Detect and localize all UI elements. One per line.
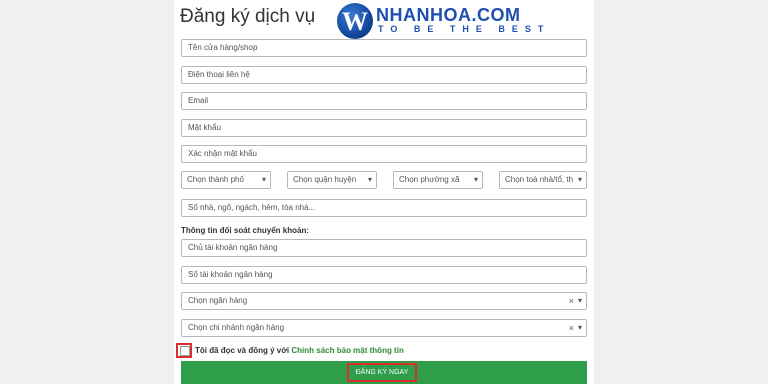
- chevron-down-icon: ▾: [367, 175, 372, 184]
- chevron-down-icon: ▾: [473, 175, 478, 184]
- bank-select[interactable]: Chọn ngân hàng × ▾: [181, 292, 587, 310]
- checkbox-highlight: [176, 343, 192, 358]
- bank-select-value: Chọn ngân hàng: [188, 296, 248, 305]
- shop-name-input[interactable]: Tên cửa hàng/shop: [181, 39, 587, 57]
- city-select[interactable]: Chọn thành phố ▾: [181, 171, 271, 189]
- page-title: Đăng ký dịch vụ: [180, 6, 316, 27]
- clear-icon[interactable]: ×: [569, 293, 574, 309]
- register-now-button[interactable]: ĐĂNG KÝ NGAY: [347, 363, 417, 382]
- chevron-down-icon: ▾: [261, 175, 266, 184]
- logo-name: NHANHOA.COM: [376, 5, 521, 25]
- logo-tagline: TO BE THE BEST: [378, 24, 551, 34]
- account-number-input[interactable]: Số tài khoản ngân hàng: [181, 266, 587, 284]
- privacy-policy-link[interactable]: Chính sách bảo mật thông tin: [291, 346, 403, 355]
- confirm-password-input[interactable]: Xác nhận mật khẩu: [181, 145, 587, 163]
- address-input[interactable]: Số nhà, ngõ, ngách, hẻm, tòa nhà...: [181, 199, 587, 217]
- nhanhoa-logo-icon: W: [337, 3, 373, 39]
- building-select[interactable]: Chọn toà nhà/tổ, th ▾: [499, 171, 587, 189]
- agree-text: Tôi đã đọc và đồng ý với Chính sách bảo …: [195, 346, 404, 355]
- account-holder-input[interactable]: Chủ tài khoản ngân hàng: [181, 239, 587, 257]
- email-input[interactable]: Email: [181, 92, 587, 110]
- branch-select-value: Chọn chi nhánh ngân hàng: [188, 323, 285, 332]
- clear-icon[interactable]: ×: [569, 320, 574, 336]
- chevron-down-icon: ▾: [577, 323, 582, 332]
- building-select-value: Chọn toà nhà/tổ, th: [505, 175, 574, 184]
- ward-select[interactable]: Chọn phường xã ▾: [393, 171, 483, 189]
- bank-section-label: Thông tin đối soát chuyển khoản:: [181, 226, 309, 235]
- chevron-down-icon: ▾: [577, 172, 582, 188]
- branch-select[interactable]: Chọn chi nhánh ngân hàng × ▾: [181, 319, 587, 337]
- agree-label: Tôi đã đọc và đồng ý với: [195, 346, 290, 355]
- city-select-value: Chọn thành phố: [187, 175, 244, 184]
- district-select[interactable]: Chọn quận huyện ▾: [287, 171, 377, 189]
- district-select-value: Chọn quận huyện: [293, 175, 357, 184]
- password-input[interactable]: Mật khẩu: [181, 119, 587, 137]
- ward-select-value: Chọn phường xã: [399, 175, 460, 184]
- phone-input[interactable]: Điện thoại liên hệ: [181, 66, 587, 84]
- chevron-down-icon: ▾: [577, 296, 582, 305]
